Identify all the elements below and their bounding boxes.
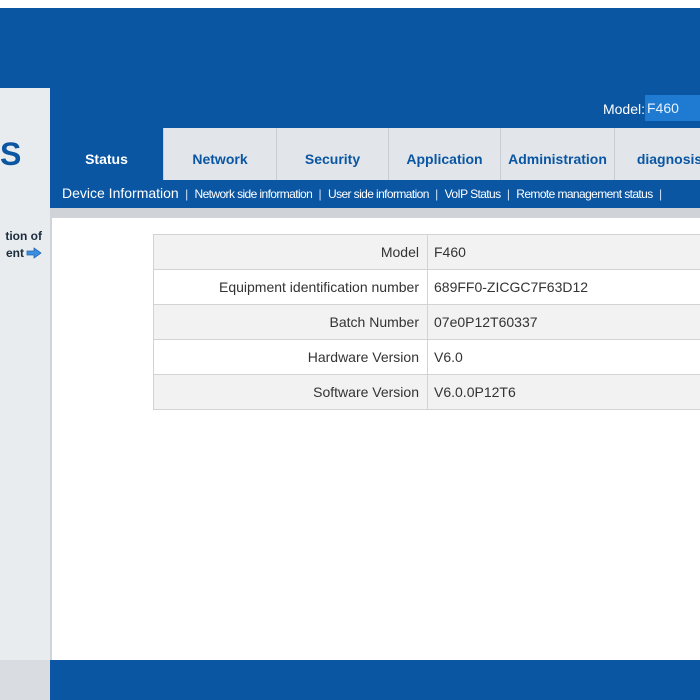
tab-status[interactable]: Status	[50, 128, 163, 180]
row-label: Software Version	[153, 374, 428, 410]
model-value: F460	[645, 95, 700, 121]
main-tabs: Status Network Security Application Admi…	[50, 128, 700, 180]
sidebar-link-label-line1: tion of	[5, 229, 42, 243]
model-label: Model:	[602, 101, 645, 117]
submenu-remote-management-status[interactable]: Remote management status	[516, 187, 653, 201]
table-row: Software Version V6.0.0P12T6	[153, 374, 700, 410]
submenu-separator: |	[506, 187, 510, 201]
table-row: Equipment identification number 689FF0-Z…	[153, 269, 700, 305]
submenu-voip-status[interactable]: VoIP Status	[445, 187, 501, 201]
tab-administration[interactable]: Administration	[500, 128, 614, 180]
row-value: 689FF0-ZICGC7F63D12	[427, 269, 700, 305]
device-information-table: Model F460 Equipment identification numb…	[153, 234, 700, 410]
top-strip	[0, 0, 700, 8]
table-row: Model F460	[153, 234, 700, 270]
row-label: Equipment identification number	[153, 269, 428, 305]
row-label: Hardware Version	[153, 339, 428, 375]
sidebar-link-label-line2: ent	[6, 246, 24, 260]
status-submenu: Device Information | Network side inform…	[50, 180, 700, 208]
left-sidebar	[0, 88, 50, 700]
footer-bar	[50, 660, 700, 700]
model-bar: Model: F460	[50, 88, 700, 128]
tab-network[interactable]: Network	[163, 128, 276, 180]
left-sidebar-footer	[0, 660, 50, 700]
submenu-network-side-information[interactable]: Network side information	[195, 187, 313, 201]
submenu-separator: |	[185, 187, 189, 201]
arrow-right-icon	[26, 247, 42, 259]
sidebar-link-device-information[interactable]: tion of ent	[0, 229, 50, 269]
table-row: Hardware Version V6.0	[153, 339, 700, 375]
row-value: V6.0.0P12T6	[427, 374, 700, 410]
row-value: F460	[427, 234, 700, 270]
submenu-separator: |	[659, 187, 663, 201]
row-label: Batch Number	[153, 304, 428, 340]
tab-diagnosis[interactable]: diagnosis	[614, 128, 700, 180]
submenu-device-information[interactable]: Device Information	[50, 185, 179, 201]
tab-application[interactable]: Application	[388, 128, 500, 180]
submenu-user-side-information[interactable]: User side information	[328, 187, 429, 201]
row-label: Model	[153, 234, 428, 270]
brand-logo: S	[0, 136, 22, 172]
submenu-separator: |	[435, 187, 439, 201]
table-row: Batch Number 07e0P12T60337	[153, 304, 700, 340]
submenu-separator: |	[318, 187, 322, 201]
row-value: 07e0P12T60337	[427, 304, 700, 340]
tab-security[interactable]: Security	[276, 128, 388, 180]
top-banner	[0, 8, 700, 88]
row-value: V6.0	[427, 339, 700, 375]
